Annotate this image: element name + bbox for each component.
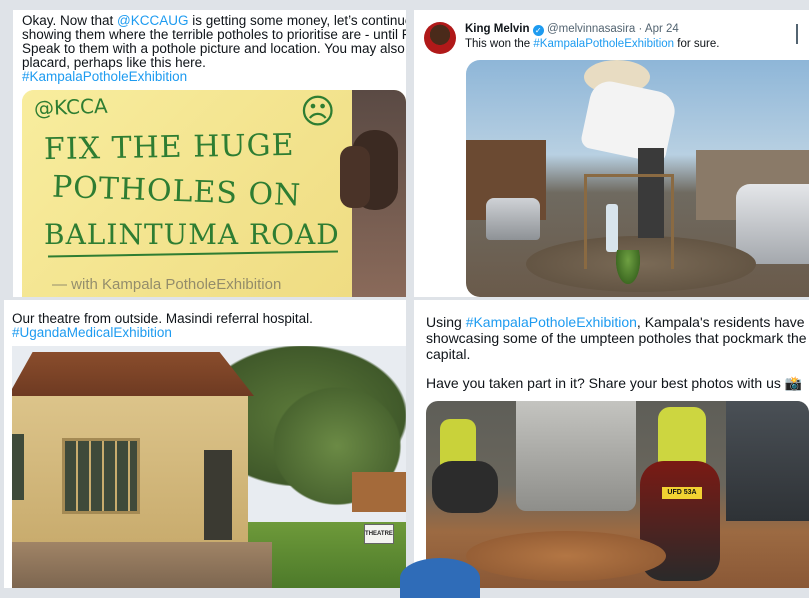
tweet-date[interactable]: Apr 24 (645, 23, 679, 35)
mud-puddle (466, 531, 666, 581)
tweet-text: This won the #KampalaPotholeExhibition f… (465, 38, 720, 50)
author-handle[interactable]: @melvinnasasira (547, 23, 635, 35)
car-left (486, 198, 540, 240)
number-plate: UFD 53A (662, 487, 702, 499)
theatre-sign: THEATRE (364, 524, 394, 544)
far-building (352, 472, 406, 512)
more-icon[interactable] (796, 24, 804, 44)
tweet-card-theatre[interactable]: Our theatre from outside. Masindi referr… (4, 300, 406, 588)
tweet-text-line-2: showcasing some of the umpteen potholes … (426, 330, 807, 346)
motorcycle-photo[interactable]: UFD 53A (426, 401, 809, 588)
car-dark (726, 401, 809, 521)
hashtag-link[interactable]: #KampalaPotholeExhibition (466, 314, 637, 330)
building-door (204, 450, 232, 540)
building-roof (12, 352, 254, 396)
camera-emoji-icon: 📸 (784, 375, 803, 391)
mention-kccaug[interactable]: @KCCAUG (117, 13, 188, 28)
building-side-window (12, 434, 24, 500)
holding-hand-fingers (340, 146, 370, 208)
tweet-text-line-3: capital. (426, 346, 471, 362)
tweet-header: King Melvin ✓ @melvinnasasira · Apr 24 (465, 23, 679, 36)
verified-badge-icon: ✓ (532, 25, 544, 36)
walkway (12, 542, 272, 588)
placard-line-1: FIX THE HUGE (43, 127, 295, 168)
tweet-card-kampala-residents[interactable]: Using #KampalaPotholeExhibition, Kampala… (414, 300, 809, 588)
placard-line-3: BALINTUMA ROAD (44, 218, 340, 251)
plant-in-pothole (616, 250, 640, 284)
tweet-card-king-melvin[interactable]: King Melvin ✓ @melvinnasasira · Apr 24 T… (414, 10, 809, 297)
theatre-photo[interactable]: THEATRE (12, 346, 406, 588)
placard-photo[interactable]: @KCCA ☹ FIX THE HUGE POTHOLES ON BALINTU… (22, 90, 406, 297)
car-right (736, 184, 809, 264)
car-silver (516, 401, 636, 511)
motorcycle-left (432, 461, 498, 513)
pothole-exhibit-photo[interactable] (466, 60, 809, 297)
tweet-card-placard[interactable]: Okay. Now that @KCCAUG is getting some m… (13, 10, 406, 297)
separator: · (638, 23, 643, 35)
building-window (62, 438, 140, 514)
hashtag-link[interactable]: #KampalaPotholeExhibition (22, 69, 187, 85)
avatar[interactable] (424, 22, 456, 54)
hashtag-link[interactable]: #UgandaMedicalExhibition (12, 325, 172, 341)
author-name[interactable]: King Melvin (465, 23, 530, 35)
blue-foreground-object (400, 558, 480, 598)
tweet-text-line-5: Have you taken part in it? Share your be… (426, 375, 803, 391)
placard-bottom-scrawl: — with Kampala PotholeExhibition (52, 276, 282, 293)
hanging-bottle (606, 204, 618, 252)
sad-face-icon: ☹ (300, 93, 336, 131)
placard-handle: @KCCA (33, 93, 109, 121)
tweet-text-line-1: Using #KampalaPotholeExhibition, Kampala… (426, 314, 805, 330)
hashtag-link[interactable]: #KampalaPotholeExhibition (533, 38, 674, 50)
